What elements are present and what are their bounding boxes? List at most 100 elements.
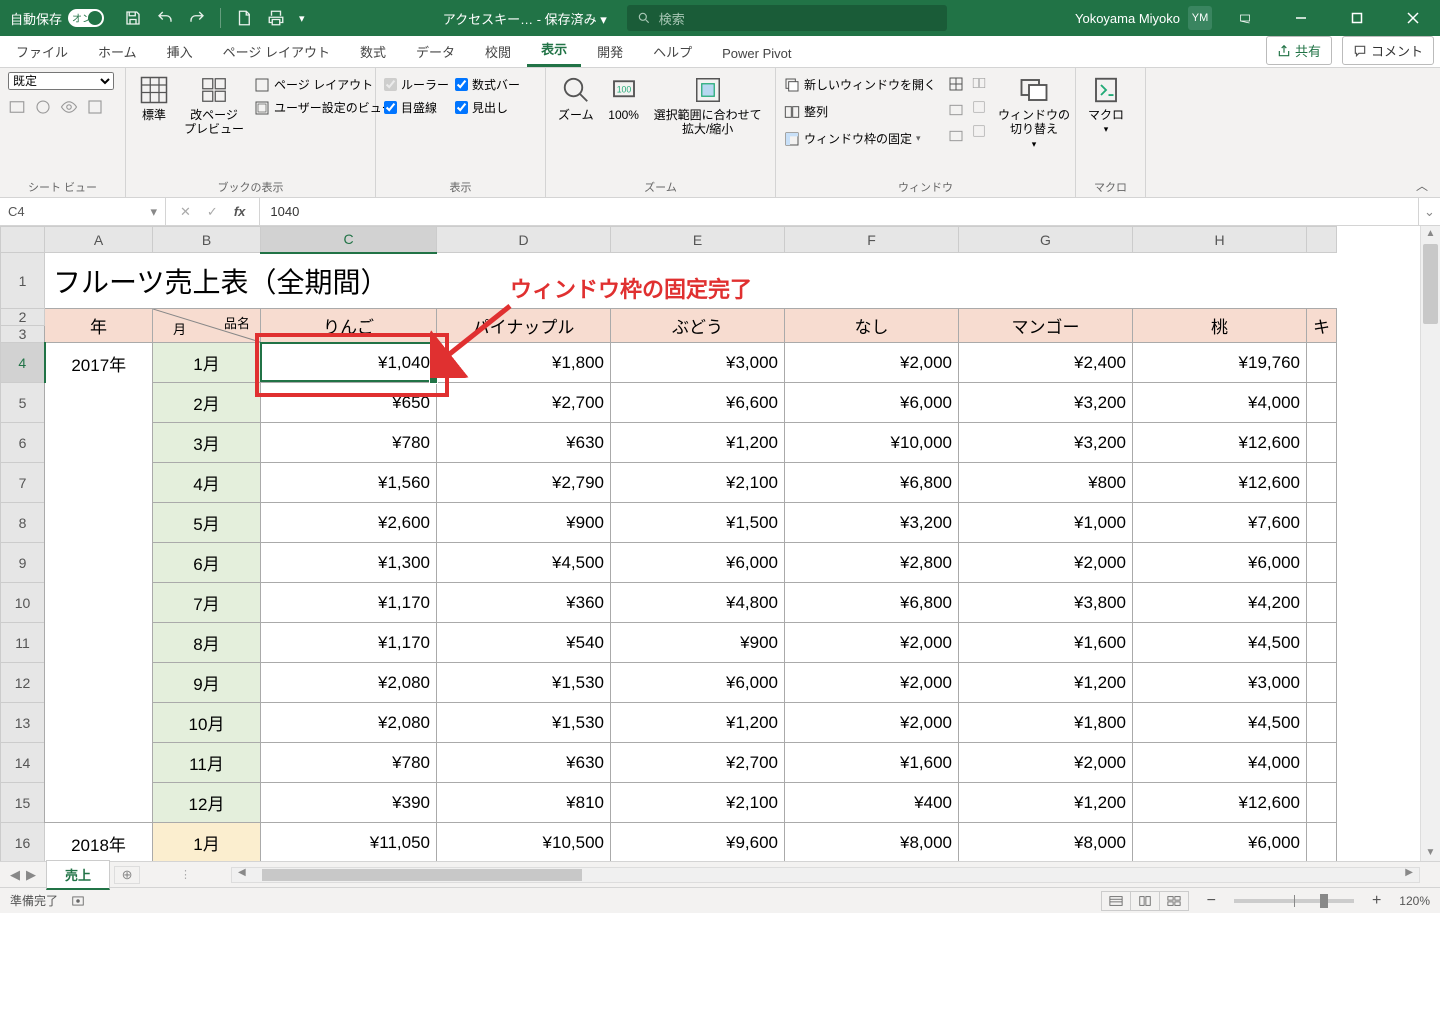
name-box[interactable]: C4▾	[0, 198, 166, 225]
row-header[interactable]: 9	[1, 543, 45, 583]
cell[interactable]: ¥2,700	[437, 383, 611, 423]
cell[interactable]: ¥900	[437, 503, 611, 543]
cell[interactable]: 2017年	[45, 343, 153, 823]
cell[interactable]: ¥2,000	[785, 663, 959, 703]
cell[interactable]: ¥900	[611, 623, 785, 663]
cell[interactable]: ¥1,500	[611, 503, 785, 543]
cell[interactable]: ¥2,000	[785, 623, 959, 663]
tab-formulas[interactable]: 数式	[346, 36, 400, 67]
cell[interactable]: ¥540	[437, 623, 611, 663]
undo-icon[interactable]	[156, 9, 174, 27]
cell[interactable]: ¥10,500	[437, 823, 611, 862]
row-header[interactable]: 3	[1, 326, 45, 343]
cell[interactable]: ¥6,800	[785, 583, 959, 623]
pagelayout-view-button[interactable]: ページ レイアウト	[254, 76, 394, 93]
cell[interactable]: 5月	[153, 503, 261, 543]
cell[interactable]: ¥2,100	[611, 463, 785, 503]
select-all-corner[interactable]	[1, 227, 45, 253]
sheet-next-icon[interactable]: ▶	[26, 867, 36, 883]
cell[interactable]: ¥6,000	[611, 543, 785, 583]
cell[interactable]: ¥1,040	[261, 343, 437, 383]
cell[interactable]	[1307, 543, 1337, 583]
tab-powerpivot[interactable]: Power Pivot	[708, 40, 805, 67]
cell[interactable]: ¥780	[261, 423, 437, 463]
zoom-out-button[interactable]: −	[1201, 892, 1222, 910]
cell[interactable]: ¥1,200	[959, 663, 1133, 703]
macros-button[interactable]: マクロ▾	[1084, 72, 1128, 137]
row-header[interactable]: 8	[1, 503, 45, 543]
cell[interactable]: ¥10,000	[785, 423, 959, 463]
cell[interactable]	[1307, 423, 1337, 463]
cell[interactable]: ¥8,000	[785, 823, 959, 862]
zoom-in-button[interactable]: +	[1366, 892, 1387, 910]
cell[interactable]: ¥12,600	[1133, 783, 1307, 823]
autosave-toggle[interactable]: オン	[68, 9, 104, 27]
zoom-level[interactable]: 120%	[1399, 894, 1430, 908]
cell[interactable]: ¥390	[261, 783, 437, 823]
cell[interactable]: 6月	[153, 543, 261, 583]
cell[interactable]	[1307, 463, 1337, 503]
cell[interactable]: ¥2,100	[611, 783, 785, 823]
cell[interactable]: ¥4,000	[1133, 383, 1307, 423]
row-header[interactable]: 13	[1, 703, 45, 743]
cell[interactable]: りんご	[261, 309, 437, 343]
cell[interactable]: ¥19,760	[1133, 343, 1307, 383]
tab-help[interactable]: ヘルプ	[639, 36, 706, 67]
cell[interactable]: 9月	[153, 663, 261, 703]
cell[interactable]: ¥11,050	[261, 823, 437, 862]
cell[interactable]: ¥4,000	[1133, 743, 1307, 783]
cell[interactable]: ¥810	[437, 783, 611, 823]
autosave[interactable]: 自動保存 オン	[0, 9, 114, 28]
cell[interactable]: ¥2,700	[611, 743, 785, 783]
scroll-down-icon[interactable]: ▼	[1421, 845, 1440, 861]
cell[interactable]: ¥2,800	[785, 543, 959, 583]
cell[interactable]	[1307, 783, 1337, 823]
col-header[interactable]: D	[437, 227, 611, 253]
cell[interactable]: ¥2,000	[785, 343, 959, 383]
cell[interactable]: ¥650	[261, 383, 437, 423]
gridlines-checkbox[interactable]: 目盛線	[384, 99, 449, 116]
cell[interactable]: なし	[785, 309, 959, 343]
pagebreak-view-button[interactable]: 改ページ プレビュー	[180, 72, 248, 139]
row-header[interactable]: 11	[1, 623, 45, 663]
fx-icon[interactable]: fx	[234, 204, 246, 219]
headings-checkbox[interactable]: 見出し	[455, 99, 520, 116]
cell[interactable]	[1307, 703, 1337, 743]
save-icon[interactable]	[124, 9, 142, 27]
cell[interactable]: 1月	[153, 343, 261, 383]
row-header[interactable]: 5	[1, 383, 45, 423]
row-header[interactable]: 6	[1, 423, 45, 463]
row-header[interactable]: 16	[1, 823, 45, 862]
cell[interactable]: ¥7,600	[1133, 503, 1307, 543]
zoom-fit-button[interactable]: 選択範囲に合わせて 拡大/縮小	[650, 72, 766, 139]
cell[interactable]	[1307, 663, 1337, 703]
normal-view-icon[interactable]	[1101, 891, 1131, 911]
col-header[interactable]: C	[261, 227, 437, 253]
cell[interactable]: マンゴー	[959, 309, 1133, 343]
col-header[interactable]: E	[611, 227, 785, 253]
cell[interactable]: ¥2,600	[261, 503, 437, 543]
cell[interactable]: ¥6,000	[611, 663, 785, 703]
cell[interactable]: 桃	[1133, 309, 1307, 343]
cell[interactable]: ¥3,200	[959, 423, 1133, 463]
document-title[interactable]: アクセスキー… - 保存済み ▾	[443, 9, 607, 28]
comments-button[interactable]: コメント	[1342, 36, 1434, 65]
cell[interactable]: ¥3,000	[1133, 663, 1307, 703]
cell[interactable]	[1307, 743, 1337, 783]
horizontal-scrollbar[interactable]: ◀▶	[231, 867, 1420, 883]
cell[interactable]	[1307, 583, 1337, 623]
row-header[interactable]: 12	[1, 663, 45, 703]
collapse-ribbon-icon[interactable]: ︿	[1416, 177, 1432, 193]
sheetview-preset[interactable]: 既定	[8, 72, 114, 90]
cell[interactable]	[1307, 343, 1337, 383]
vertical-scrollbar[interactable]: ▲ ▼	[1420, 226, 1440, 861]
cell[interactable]: 品名月	[153, 309, 261, 343]
cell[interactable]: 7月	[153, 583, 261, 623]
cell[interactable]: ¥3,200	[959, 383, 1133, 423]
cell[interactable]: ¥12,600	[1133, 423, 1307, 463]
arrange-button[interactable]: 整列	[784, 103, 936, 120]
hide-button[interactable]	[948, 102, 964, 118]
cell[interactable]: ¥400	[785, 783, 959, 823]
cell[interactable]: 12月	[153, 783, 261, 823]
cell[interactable]	[1307, 503, 1337, 543]
